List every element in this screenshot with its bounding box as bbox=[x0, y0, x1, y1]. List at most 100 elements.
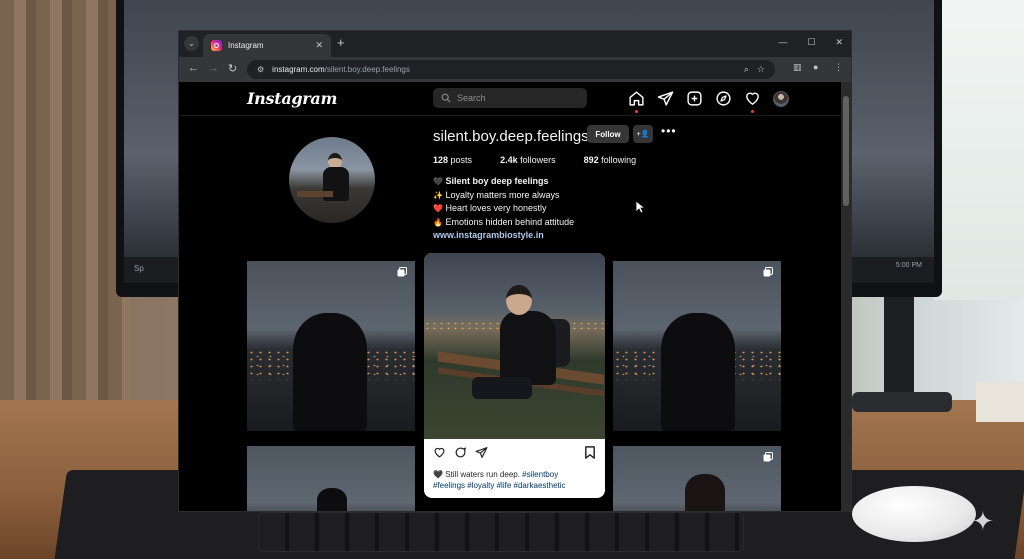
search-icon bbox=[441, 93, 451, 103]
scroll-thumb[interactable] bbox=[843, 96, 849, 206]
suggested-users-button[interactable]: +👤 bbox=[633, 125, 653, 143]
tab-search-button[interactable]: ⌄ bbox=[184, 36, 199, 51]
keyboard bbox=[258, 512, 744, 552]
bio-name-line: 🖤 Silent boy deep feelings bbox=[433, 175, 574, 189]
share-send-icon[interactable] bbox=[475, 446, 488, 459]
featured-post-image bbox=[424, 253, 605, 439]
url-path: /silent.boy.deep.feelings bbox=[324, 65, 410, 74]
back-icon[interactable]: ← bbox=[188, 62, 199, 74]
home-notification-dot bbox=[635, 110, 638, 113]
tab-title: Instagram bbox=[228, 41, 264, 50]
tab-strip: ⌄ Instagram ✕ + — ☐ ✕ bbox=[179, 31, 851, 57]
profile-icon[interactable]: ● bbox=[813, 62, 818, 72]
monitor-stand-base bbox=[852, 392, 952, 412]
back-taskbar-clock: 5:00 PM bbox=[895, 262, 922, 269]
forward-icon[interactable]: → bbox=[208, 62, 219, 74]
post-tile[interactable] bbox=[247, 261, 415, 431]
instagram-header: Instagram bbox=[179, 82, 843, 116]
follow-button[interactable]: Follow bbox=[587, 125, 629, 143]
monitor-stand bbox=[884, 297, 914, 397]
hashtag[interactable]: #silentboy bbox=[522, 470, 558, 479]
close-window-icon[interactable]: ✕ bbox=[835, 37, 843, 48]
multiple-photos-icon bbox=[397, 267, 407, 277]
person-figure bbox=[685, 474, 725, 511]
post-tile[interactable] bbox=[613, 446, 781, 511]
profile-picture[interactable] bbox=[289, 137, 375, 223]
profile-photo-bench bbox=[297, 191, 333, 197]
reload-icon[interactable]: ↻ bbox=[228, 62, 237, 75]
search-bar[interactable] bbox=[433, 88, 587, 108]
tab-instagram[interactable]: Instagram ✕ bbox=[203, 34, 331, 57]
person-body bbox=[500, 311, 556, 385]
instagram-page: Instagram Search silent.boy.deep.feeling… bbox=[179, 82, 843, 511]
post-tile[interactable] bbox=[247, 446, 415, 511]
following-count[interactable]: 892 following bbox=[584, 155, 637, 165]
browser-toolbar: ← → ↻ ⚙ instagram.com/silent.boy.deep.fe… bbox=[179, 57, 851, 82]
person-head bbox=[506, 285, 532, 315]
featured-post-card[interactable]: 🖤 Still waters run deep. #silentboy #fee… bbox=[424, 253, 605, 498]
instagram-logo[interactable]: Instagram bbox=[247, 89, 337, 108]
profile-photo-person bbox=[323, 153, 349, 209]
window-controls: — ☐ ✕ bbox=[778, 37, 843, 48]
bio-line: ❤️ Heart loves very honestly bbox=[433, 202, 574, 216]
bookmark-star-icon[interactable]: ☆ bbox=[757, 64, 765, 75]
bio-link[interactable]: www.instagrambiostyle.in bbox=[433, 229, 574, 242]
posts-count: 128 posts bbox=[433, 155, 473, 165]
post-caption: 🖤 Still waters run deep. #silentboy #fee… bbox=[433, 469, 598, 491]
curtain bbox=[0, 0, 130, 420]
site-info-icon[interactable]: ⚙ bbox=[257, 65, 264, 74]
profile-bio: 🖤 Silent boy deep feelings ✨ Loyalty mat… bbox=[433, 175, 574, 242]
url-text: instagram.com/silent.boy.deep.feelings bbox=[272, 65, 736, 74]
save-bookmark-icon[interactable] bbox=[584, 446, 596, 459]
hooded-figure bbox=[293, 313, 367, 431]
bio-line: 🔥 Emotions hidden behind attitude bbox=[433, 216, 574, 230]
multiple-photos-icon bbox=[763, 267, 773, 277]
like-heart-icon[interactable] bbox=[433, 446, 446, 459]
send-icon[interactable] bbox=[657, 90, 674, 107]
instagram-favicon-icon bbox=[211, 40, 222, 51]
computer-mouse bbox=[852, 486, 976, 542]
book bbox=[976, 382, 1024, 422]
sparkles-emoji: ✨ bbox=[433, 190, 443, 200]
fire-emoji: 🔥 bbox=[433, 217, 443, 227]
post-tile[interactable] bbox=[613, 261, 781, 431]
hooded-figure bbox=[661, 313, 735, 431]
side-panel-icon[interactable]: ▥ bbox=[793, 62, 802, 73]
back-taskbar-label: Sp bbox=[134, 264, 144, 273]
explore-icon[interactable] bbox=[715, 90, 732, 107]
page-scrollbar[interactable] bbox=[841, 82, 851, 511]
black-heart-emoji: 🖤 bbox=[433, 177, 443, 186]
bio-name: Silent boy deep feelings bbox=[445, 176, 549, 186]
minimize-icon[interactable]: — bbox=[778, 37, 787, 48]
more-options-icon[interactable]: ••• bbox=[661, 124, 677, 138]
caption-text: Still waters run deep. bbox=[445, 470, 520, 479]
url-domain: instagram.com bbox=[272, 65, 325, 74]
home-icon[interactable] bbox=[628, 90, 645, 113]
create-icon[interactable] bbox=[686, 90, 703, 107]
heart-icon[interactable] bbox=[744, 90, 761, 113]
bio-line: ✨ Loyalty matters more always bbox=[433, 189, 574, 203]
red-heart-emoji: ❤️ bbox=[433, 204, 443, 213]
hashtags[interactable]: #feelings #loyalty #life #darkaesthetic bbox=[433, 481, 566, 490]
search-input[interactable] bbox=[457, 93, 577, 103]
maximize-icon[interactable]: ☐ bbox=[807, 37, 815, 48]
browser-window: ⌄ Instagram ✕ + — ☐ ✕ ← → ↻ ⚙ instagram.… bbox=[178, 30, 852, 512]
mouse-cursor-icon bbox=[635, 200, 645, 214]
instagram-nav bbox=[628, 90, 789, 113]
zoom-icon[interactable]: ⌕ bbox=[744, 64, 749, 75]
comment-icon[interactable] bbox=[454, 446, 467, 459]
tab-close-icon[interactable]: ✕ bbox=[315, 40, 323, 51]
profile-stats: 128 posts 2.4k followers 892 following bbox=[433, 155, 664, 165]
sparkle-watermark-icon: ✦ bbox=[972, 506, 994, 536]
person-legs bbox=[472, 377, 532, 399]
menu-kebab-icon[interactable]: ⋮ bbox=[834, 62, 843, 73]
address-bar[interactable]: ⚙ instagram.com/silent.boy.deep.feelings… bbox=[247, 60, 775, 79]
new-tab-button[interactable]: + bbox=[337, 36, 345, 50]
activity-notification-dot bbox=[751, 110, 754, 113]
black-heart-emoji: 🖤 bbox=[433, 470, 443, 479]
hooded-figure bbox=[317, 488, 347, 511]
multiple-photos-icon bbox=[763, 452, 773, 462]
profile-username: silent.boy.deep.feelings bbox=[433, 128, 589, 145]
avatar[interactable] bbox=[773, 90, 789, 107]
followers-count[interactable]: 2.4k followers bbox=[500, 155, 556, 165]
